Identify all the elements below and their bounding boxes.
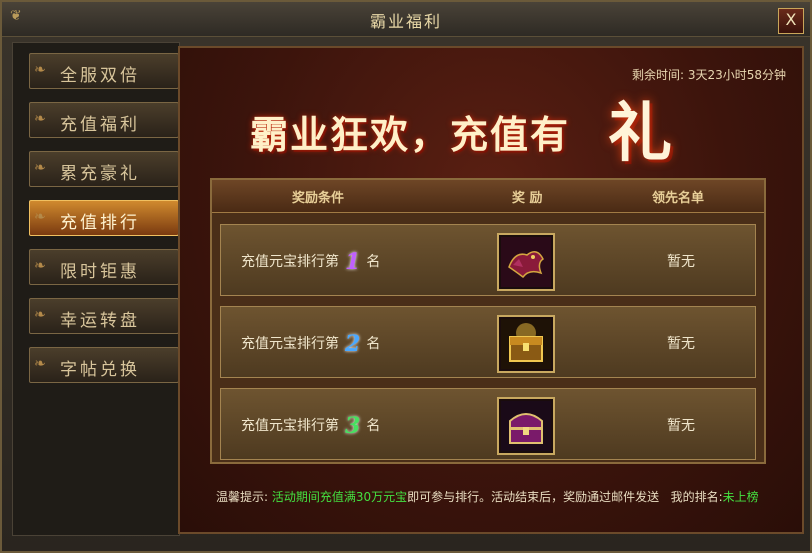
- leader-name: 暂无: [667, 254, 695, 270]
- timer-value: 3天23小时58分钟: [687, 68, 786, 82]
- leader-name: 暂无: [667, 418, 695, 434]
- sidebar-item-label: 充值福利: [60, 115, 140, 135]
- timer-label: 剩余时间:: [631, 68, 684, 82]
- condition-suffix: 名: [366, 418, 381, 434]
- sidebar-item-recharge-ranking[interactable]: ❧ 充值排行: [29, 200, 179, 236]
- condition-suffix: 名: [366, 254, 381, 270]
- rank-number: 3: [345, 413, 361, 439]
- my-rank-value: 未上榜: [722, 490, 759, 504]
- sidebar-item-calligraphy-exchange[interactable]: ❧ 字帖兑换: [29, 347, 179, 383]
- sidebar-item-recharge-welfare[interactable]: ❧ 充值福利: [29, 102, 179, 138]
- header-condition: 奖励条件: [292, 191, 345, 206]
- table-row: 充值元宝排行第 3 名 暂无: [220, 388, 756, 460]
- main-panel: 剩余时间: 3天23小时58分钟 霸业狂欢，充值有 礼 奖励条件 奖 励 领先名…: [178, 46, 804, 534]
- rank-condition: 充值元宝排行第 3 名: [241, 413, 380, 439]
- swirl-icon: ❧: [34, 62, 46, 78]
- banner-gift-glyph: 礼: [608, 96, 672, 171]
- purple-chest-icon[interactable]: [497, 397, 555, 455]
- swirl-icon: ❧: [34, 356, 46, 372]
- rank-number: 2: [345, 331, 361, 357]
- sidebar: ❧ 全服双倍 ❧ 充值福利 ❧ 累充豪礼 ❧ 充值排行 ❧ 限时钜惠 ❧ 幸运转…: [12, 42, 180, 536]
- sidebar-item-lucky-wheel[interactable]: ❧ 幸运转盘: [29, 298, 179, 334]
- swirl-icon: ❧: [34, 258, 46, 274]
- swirl-icon: ❧: [34, 160, 46, 176]
- sidebar-item-label: 全服双倍: [60, 66, 140, 86]
- gold-chest-icon[interactable]: [497, 315, 555, 373]
- remaining-time: 剩余时间: 3天23小时58分钟: [632, 66, 786, 83]
- tip-text: 温馨提示: 活动期间充值满30万元宝即可参与排行。活动结束后，奖励通过邮件发送 …: [216, 488, 759, 505]
- header-leader: 领先名单: [652, 191, 705, 206]
- sidebar-item-label: 限时钜惠: [60, 262, 140, 282]
- ranking-table: 奖励条件 奖 励 领先名单 充值元宝排行第 1 名 暂无 充值元宝排行第 2 名…: [210, 178, 766, 464]
- table-row: 充值元宝排行第 2 名 暂无: [220, 306, 756, 378]
- tip-highlight: 活动期间充值满30万元宝: [271, 490, 408, 504]
- title-bar: ❦ 霸业福利 X: [2, 2, 810, 37]
- condition-prefix: 充值元宝排行第: [241, 336, 339, 352]
- my-rank-label: 我的排名:: [670, 490, 723, 504]
- tip-label: 温馨提示:: [216, 490, 269, 504]
- sidebar-item-label: 充值排行: [60, 213, 140, 233]
- swirl-icon: ❧: [34, 111, 46, 127]
- table-row: 充值元宝排行第 1 名 暂无: [220, 224, 756, 296]
- rank-number: 1: [345, 249, 361, 275]
- sidebar-item-label: 字帖兑换: [60, 360, 140, 380]
- welfare-window: ❦ 霸业福利 X ❧ 全服双倍 ❧ 充值福利 ❧ 累充豪礼 ❧ 充值排行 ❧ 限…: [0, 0, 812, 553]
- sidebar-item-server-double[interactable]: ❧ 全服双倍: [29, 53, 179, 89]
- event-banner: 霸业狂欢，充值有 礼: [250, 96, 710, 171]
- condition-prefix: 充值元宝排行第: [241, 254, 339, 270]
- sidebar-item-label: 幸运转盘: [60, 311, 140, 331]
- banner-title: 霸业狂欢，充值有: [250, 112, 571, 157]
- close-button[interactable]: X: [778, 8, 804, 34]
- sidebar-item-limited-deal[interactable]: ❧ 限时钜惠: [29, 249, 179, 285]
- sidebar-item-label: 累充豪礼: [60, 164, 140, 184]
- condition-prefix: 充值元宝排行第: [241, 418, 339, 434]
- window-title: 霸业福利: [369, 12, 442, 31]
- sidebar-item-cumulative-gift[interactable]: ❧ 累充豪礼: [29, 151, 179, 187]
- swirl-icon: ❧: [34, 209, 46, 225]
- condition-suffix: 名: [366, 336, 381, 352]
- header-reward: 奖 励: [512, 191, 543, 206]
- leader-name: 暂无: [667, 336, 695, 352]
- rank-condition: 充值元宝排行第 1 名: [241, 249, 380, 275]
- table-header: 奖励条件 奖 励 领先名单: [212, 180, 764, 213]
- rank-condition: 充值元宝排行第 2 名: [241, 331, 380, 357]
- dragon-mount-icon[interactable]: [497, 233, 555, 291]
- swirl-icon: ❧: [34, 307, 46, 323]
- tip-rest: 即可参与排行。活动结束后，奖励通过邮件发送: [407, 490, 660, 504]
